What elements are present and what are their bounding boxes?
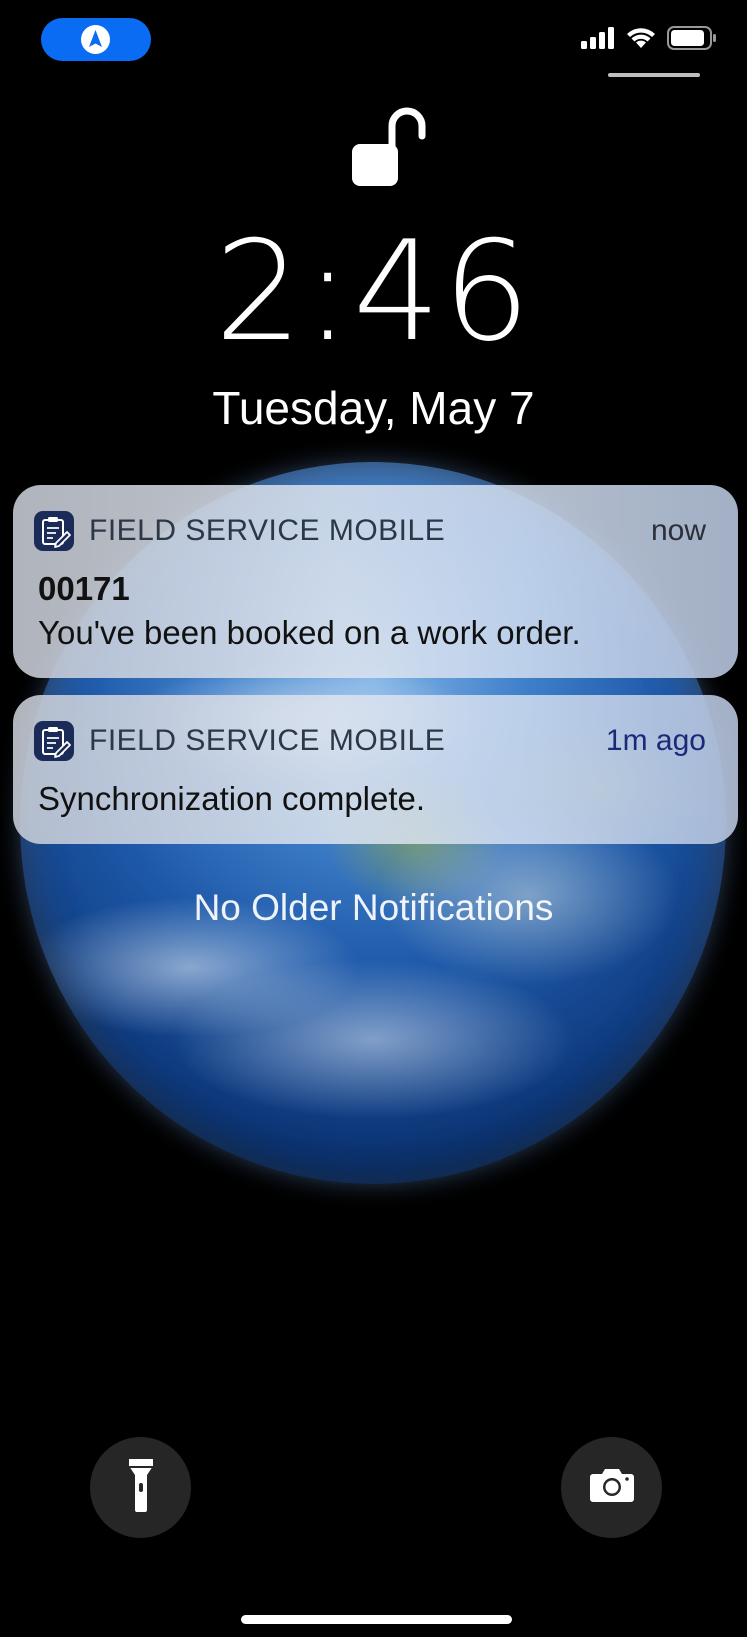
flashlight-icon (126, 1457, 156, 1518)
notification-title: 00171 (38, 570, 130, 607)
notification-time: now (650, 514, 706, 547)
navigation-indicator-pill[interactable] (41, 18, 151, 61)
location-arrow-icon (81, 25, 110, 54)
status-icons (581, 25, 717, 55)
clipboard-pencil-icon (34, 511, 74, 551)
notification-body: Synchronization complete. (38, 780, 426, 817)
notification-card[interactable]: FIELD SERVICE MOBILE 1m ago Synchronizat… (13, 695, 738, 844)
control-center-indicator[interactable] (608, 73, 700, 77)
camera-icon (589, 1467, 635, 1508)
flashlight-button[interactable] (90, 1437, 191, 1538)
home-indicator[interactable] (241, 1615, 512, 1624)
clipboard-pencil-icon (34, 721, 74, 761)
wifi-icon (625, 26, 657, 55)
unlocked-padlock-icon (350, 106, 428, 188)
battery-icon (667, 25, 717, 55)
notification-app-name: FIELD SERVICE MOBILE (89, 514, 446, 547)
lock-screen-time: 2:46 (214, 211, 533, 372)
notification-body: You've been booked on a work order. (38, 614, 581, 651)
notification-card[interactable]: FIELD SERVICE MOBILE now 00171 You've be… (13, 485, 738, 678)
notification-time: 1m ago (605, 724, 706, 757)
notification-app-name: FIELD SERVICE MOBILE (89, 724, 446, 757)
cellular-signal-icon (581, 26, 615, 54)
camera-button[interactable] (561, 1437, 662, 1538)
lock-screen-date: Tuesday, May 7 (212, 382, 535, 434)
no-older-notifications-label: No Older Notifications (193, 887, 554, 928)
